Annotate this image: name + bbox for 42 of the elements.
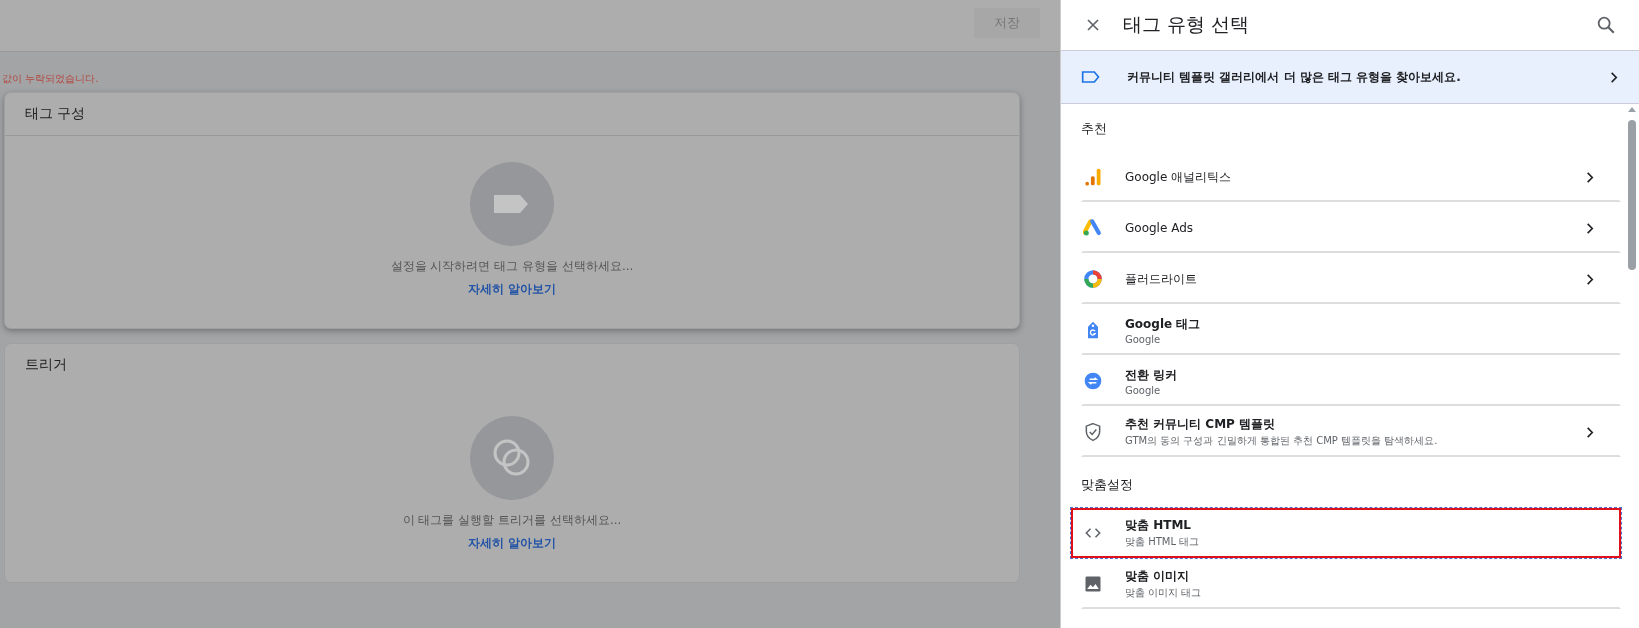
section-heading: 맞춤설정 <box>1081 476 1134 494</box>
shield-check-icon <box>1083 422 1103 442</box>
item-subtitle: GTM의 동의 구성과 긴밀하게 통합된 추천 CMP 템플릿을 탐색하세요. <box>1125 434 1439 448</box>
tag-type-item[interactable]: 맞춤 이미지 맞춤 이미지 태그 <box>1081 559 1621 609</box>
item-title: 플러드라이트 <box>1125 270 1198 288</box>
section-heading: 추천 <box>1081 120 1108 138</box>
error-message: 값이 누락되었습니다. <box>1 72 100 86</box>
overlapping-circles-icon <box>470 416 554 500</box>
banner-text: 커뮤니티 템플릿 갤러리에서 더 많은 태그 유형을 찾아보세요. <box>1127 68 1462 86</box>
item-subtitle: Google <box>1125 384 1162 396</box>
tag-icon <box>470 162 554 246</box>
image-icon <box>1083 574 1103 594</box>
item-subtitle: 맞춤 HTML 태그 <box>1125 535 1201 549</box>
tag-type-item[interactable]: Google 애널리틱스 <box>1081 152 1621 202</box>
card-hint: 설정을 시작하려면 태그 유형을 선택하세요... <box>390 258 634 275</box>
tag-type-item[interactable]: 전환 링커 Google <box>1081 356 1621 406</box>
a-logo-icon <box>1083 218 1103 238</box>
bar-chart-icon <box>1083 167 1103 187</box>
item-title: 추천 커뮤니티 CMP 템플릿 <box>1125 416 1277 433</box>
chevron-right-icon <box>1608 71 1619 83</box>
tag-type-item[interactable]: 추천 커뮤니티 CMP 템플릿 GTM의 동의 구성과 긴밀하게 통합된 추천 CMP 템플릿을 탐색하세요. <box>1081 407 1621 457</box>
swap-arrows-icon <box>1083 371 1103 391</box>
card-title: 트리거 <box>24 355 68 374</box>
tag-outline-icon <box>1081 70 1101 84</box>
item-title: Google Ads <box>1125 221 1194 235</box>
panel-title: 태그 유형 선택 <box>1123 12 1251 37</box>
card-title: 태그 구성 <box>5 93 1019 136</box>
ring-icon <box>1083 269 1103 289</box>
item-title: 맞춤 이미지 <box>1125 568 1191 585</box>
tag-type-item[interactable]: 맞춤 HTML 맞춤 HTML 태그 <box>1071 508 1621 558</box>
item-title: 맞춤 HTML <box>1125 517 1192 534</box>
gallery-banner[interactable]: 커뮤니티 템플릿 갤러리에서 더 많은 태그 유형을 찾아보세요. <box>1061 50 1639 104</box>
tag-type-item[interactable]: Google 태그 Google <box>1081 305 1621 355</box>
item-subtitle: Google <box>1125 333 1162 345</box>
item-title: Google 애널리틱스 <box>1125 168 1233 186</box>
tag-type-item[interactable]: 플러드라이트 <box>1081 254 1621 304</box>
tag-type-item[interactable]: Google Ads <box>1081 203 1621 253</box>
item-title: Google 태그 <box>1125 315 1202 333</box>
search-icon[interactable] <box>1595 14 1617 36</box>
item-title: 전환 링커 <box>1125 366 1179 384</box>
card-hint: 이 태그를 실행할 트리거를 선택하세요... <box>402 512 622 529</box>
item-subtitle: 맞춤 이미지 태그 <box>1125 586 1203 600</box>
